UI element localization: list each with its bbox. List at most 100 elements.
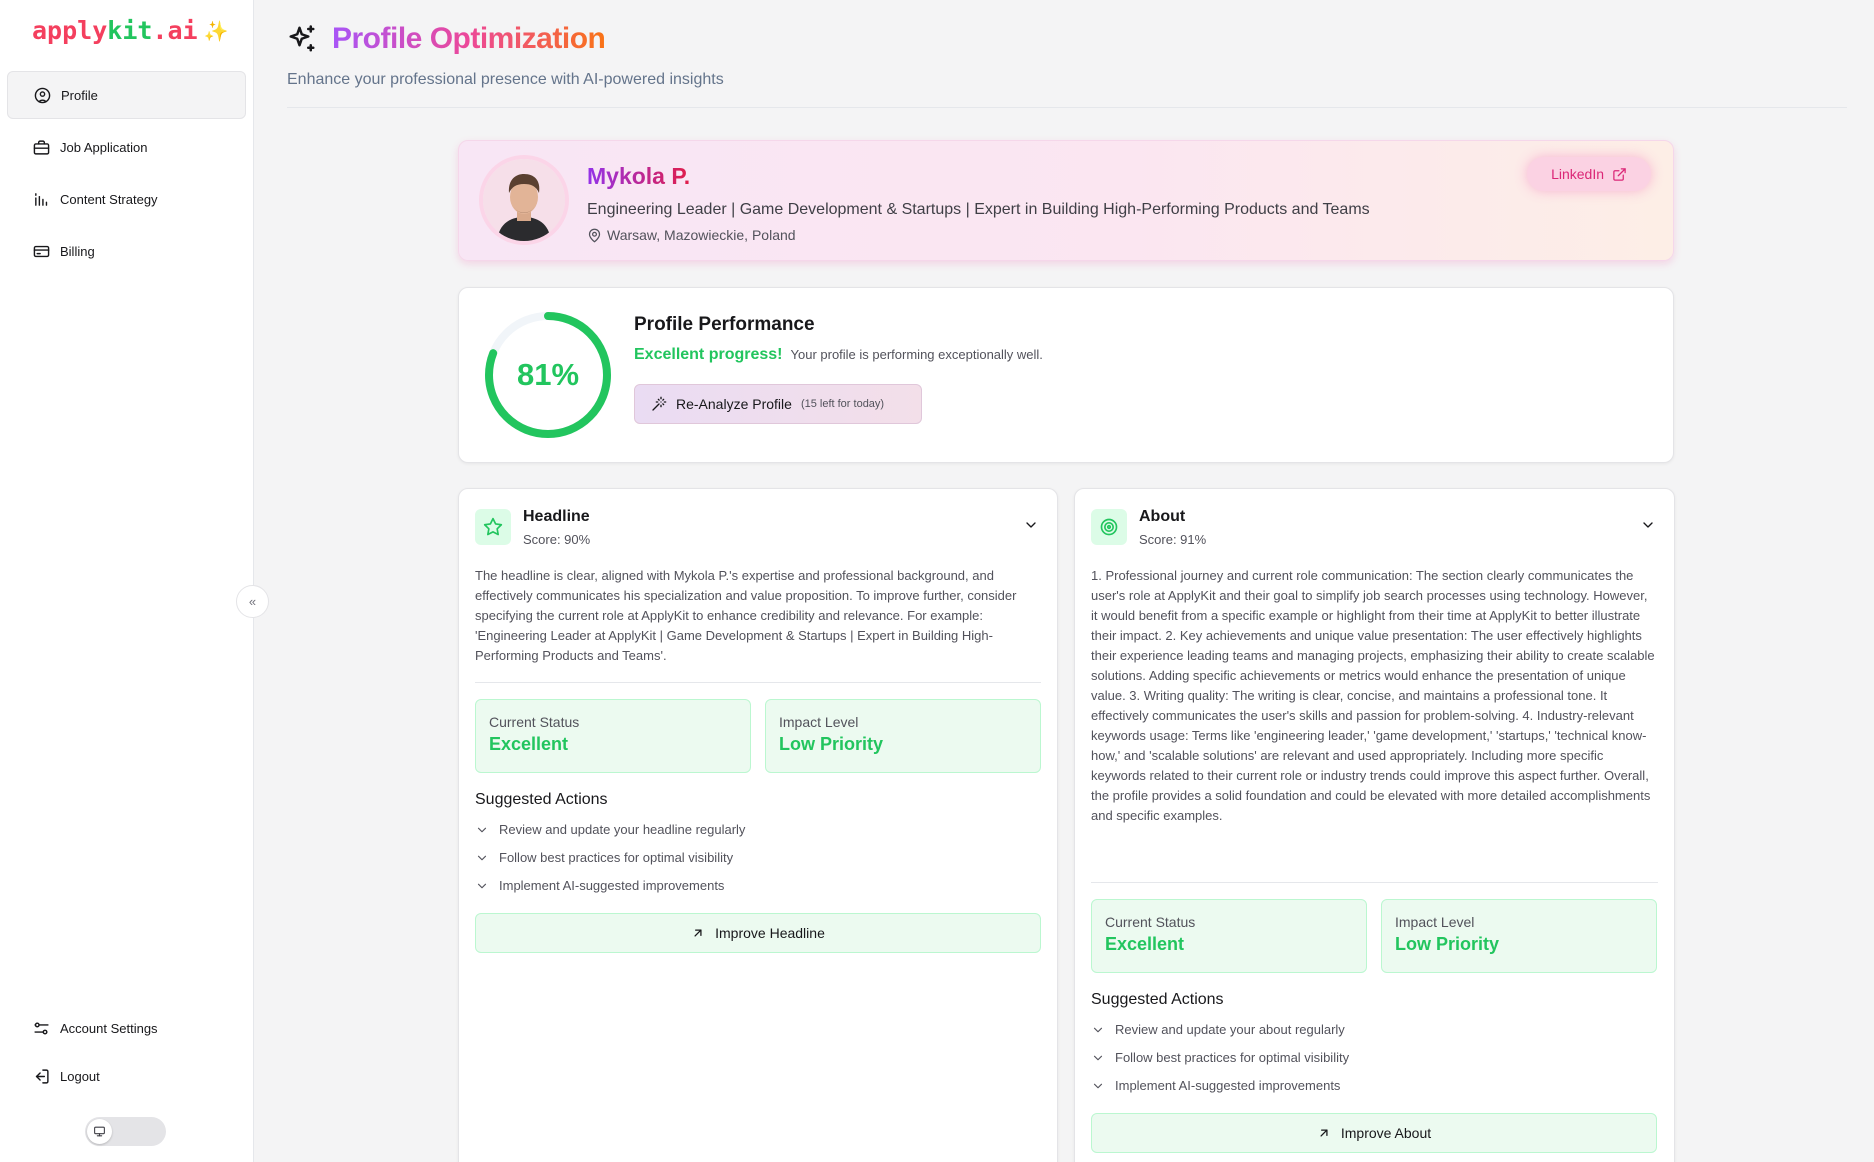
theme-toggle-knob xyxy=(87,1119,112,1144)
logo-text-kit: kit xyxy=(107,16,153,45)
section-divider xyxy=(1091,882,1658,883)
suggested-action-item[interactable]: Review and update your headline regularl… xyxy=(475,822,745,837)
logo-text-ai: .ai xyxy=(152,16,198,45)
sidebar-item-job-application[interactable]: Job Application xyxy=(7,123,246,171)
status-label: Current Status xyxy=(1105,914,1196,930)
chevron-down-icon[interactable] xyxy=(1023,517,1039,533)
section-divider xyxy=(475,682,1041,683)
button-label: Improve Headline xyxy=(715,925,825,941)
suggested-action-item[interactable]: Implement AI-suggested improvements xyxy=(475,878,724,893)
page-subtitle: Enhance your professional presence with … xyxy=(287,71,724,88)
performance-title: Profile Performance xyxy=(634,314,815,335)
logout-icon xyxy=(35,1068,49,1084)
sidebar: apply kit .ai ✨ Profile Job Application Co… xyxy=(0,0,254,1162)
sidebar-item-billing[interactable]: Billing xyxy=(7,227,246,275)
status-value: Excellent xyxy=(489,734,569,754)
improve-about-button[interactable]: Improve About xyxy=(1091,1113,1657,1153)
linkedin-link-button[interactable]: LinkedIn xyxy=(1527,157,1651,191)
sparkle-emoji-icon: ✨ xyxy=(203,18,229,43)
sidebar-item-logout[interactable]: Logout xyxy=(7,1052,246,1100)
avatar-portrait xyxy=(483,159,565,241)
sidebar-item-account-settings[interactable]: Account Settings xyxy=(7,1004,246,1052)
chevron-down-icon xyxy=(1093,1083,1103,1088)
action-text: Implement AI-suggested improvements xyxy=(1115,1078,1341,1093)
section-score: Score: 90% xyxy=(523,532,591,547)
chevron-down-icon xyxy=(477,855,487,860)
chevron-down-icon xyxy=(477,827,487,832)
performance-highlight: Excellent progress! xyxy=(634,346,783,363)
score-value: 81% xyxy=(516,357,580,392)
section-title: Headline xyxy=(523,508,590,525)
briefcase-icon xyxy=(33,139,50,155)
theme-toggle[interactable] xyxy=(85,1117,166,1146)
action-text: Follow best practices for optimal visibi… xyxy=(1115,1050,1350,1065)
credit-card-icon xyxy=(33,245,50,257)
impact-level-box: Impact Level Low Priority xyxy=(765,699,1041,773)
sidebar-item-label: Billing xyxy=(60,243,95,259)
sidebar-item-profile[interactable]: Profile xyxy=(7,71,246,119)
section-analysis: 1. Professional journey and current role… xyxy=(1091,568,1655,823)
arrow-up-right-icon xyxy=(1320,1129,1328,1137)
profile-headline: Engineering Leader | Game Development & … xyxy=(587,201,1370,218)
headline-icon-badge xyxy=(475,509,511,545)
linkedin-label: LinkedIn xyxy=(1551,166,1604,182)
user-circle-icon xyxy=(34,87,51,103)
impact-level-box: Impact Level Low Priority xyxy=(1381,899,1657,973)
chevron-down-icon xyxy=(477,883,487,888)
app-logo[interactable]: apply kit .ai ✨ xyxy=(32,16,228,45)
target-icon xyxy=(1100,518,1118,536)
avatar xyxy=(483,159,565,241)
action-text: Review and update your headline regularl… xyxy=(499,822,746,837)
header-divider xyxy=(287,107,1847,108)
monitor-icon xyxy=(94,1126,105,1137)
profile-location-text: Warsaw, Mazowieckie, Poland xyxy=(607,227,796,243)
reanalyze-remaining: (15 left for today) xyxy=(800,398,885,410)
status-label: Current Status xyxy=(489,714,580,730)
improve-headline-button[interactable]: Improve Headline xyxy=(475,913,1041,953)
about-icon-badge xyxy=(1091,509,1127,545)
suggested-action-item[interactable]: Review and update your about regularly xyxy=(1091,1022,1345,1037)
impact-value: Low Priority xyxy=(1395,934,1500,954)
suggested-action-item[interactable]: Implement AI-suggested improvements xyxy=(1091,1078,1340,1093)
sidebar-item-label: Job Application xyxy=(60,139,148,155)
suggested-action-item[interactable]: Follow best practices for optimal visibi… xyxy=(1091,1050,1349,1065)
map-pin-icon xyxy=(588,228,601,242)
sidebar-item-content-strategy[interactable]: Content Strategy xyxy=(7,175,246,223)
performance-description: Your profile is performing exceptionally… xyxy=(790,347,1043,362)
performance-status: Excellent progress! Your profile is perf… xyxy=(634,346,1043,364)
impact-label: Impact Level xyxy=(779,714,859,730)
sparkles-icon xyxy=(289,25,315,52)
chevron-down-icon xyxy=(1093,1027,1103,1032)
performance-card: 81% Profile Performance Excellent progre… xyxy=(458,287,1674,463)
sliders-icon xyxy=(34,1021,49,1035)
section-title: About xyxy=(1139,508,1186,525)
sidebar-item-label: Content Strategy xyxy=(60,191,158,207)
chevrons-left-icon: « xyxy=(248,594,257,609)
suggested-actions-title: Suggested Actions xyxy=(1091,991,1224,1008)
chevron-down-icon xyxy=(1093,1055,1103,1060)
impact-value: Low Priority xyxy=(779,734,884,754)
page-header: Profile Optimization Enhance your profes… xyxy=(287,22,724,89)
reanalyze-profile-button[interactable]: Re-Analyze Profile (15 left for today) xyxy=(634,384,922,424)
sidebar-item-label: Logout xyxy=(60,1068,100,1084)
button-label: Improve About xyxy=(1340,1125,1432,1141)
bar-chart-icon xyxy=(35,192,48,206)
external-link-icon xyxy=(1613,167,1626,181)
sidebar-item-label: Account Settings xyxy=(60,1020,158,1036)
chevron-down-icon[interactable] xyxy=(1640,517,1656,533)
profile-card: Mykola P. Engineering Leader | Game Deve… xyxy=(458,140,1674,261)
impact-label: Impact Level xyxy=(1395,914,1475,930)
status-value: Excellent xyxy=(1105,934,1185,954)
section-analysis: The headline is clear, aligned with Myko… xyxy=(475,568,1017,663)
reanalyze-label: Re-Analyze Profile xyxy=(676,396,792,412)
action-text: Follow best practices for optimal visibi… xyxy=(499,850,734,865)
magic-wand-icon xyxy=(652,396,667,411)
headline-section-card: Headline Score: 90% The headline is clea… xyxy=(458,488,1058,1162)
logo-text-apply: apply xyxy=(32,16,108,45)
current-status-box: Current Status Excellent xyxy=(475,699,751,773)
profile-name: Mykola P. xyxy=(587,163,691,189)
arrow-up-right-icon xyxy=(694,929,702,937)
sidebar-item-label: Profile xyxy=(61,87,98,103)
collapse-sidebar-button[interactable]: « xyxy=(236,585,269,618)
suggested-action-item[interactable]: Follow best practices for optimal visibi… xyxy=(475,850,733,865)
